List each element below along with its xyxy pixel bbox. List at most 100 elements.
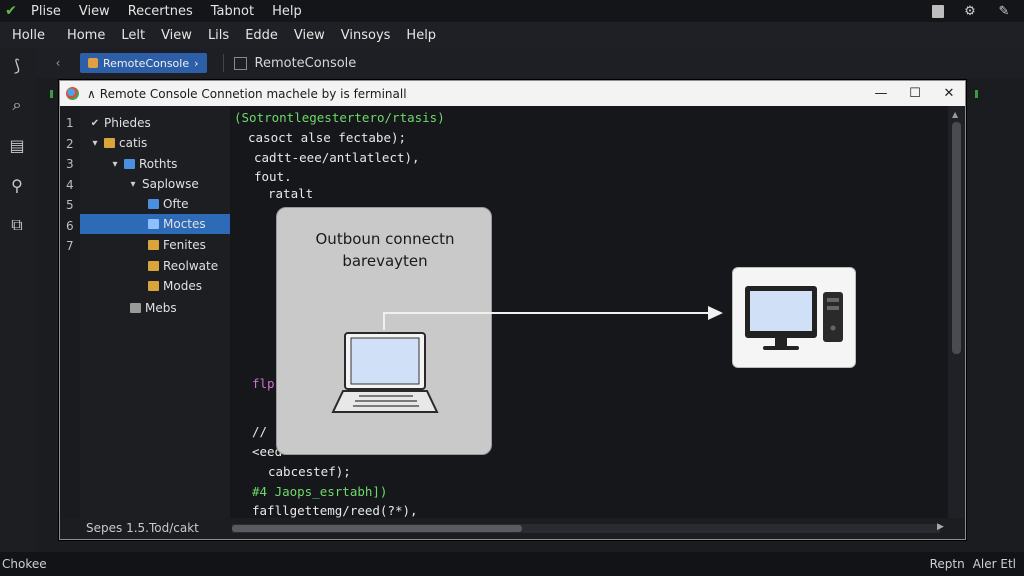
nav-item-view[interactable]: View (153, 28, 200, 43)
menu-bar: ✔ Plise View Recertnes Tabnot Help ⚙ ✎ (0, 0, 1024, 22)
close-button[interactable]: ✕ (932, 81, 966, 106)
search-icon[interactable]: ⌕ (6, 94, 28, 116)
git-change-marker (50, 90, 53, 98)
activity-bar: ⟆ ⌕ ▤ ⚲ ⧉ (0, 48, 36, 552)
chevron-left-icon[interactable]: ‹ (36, 56, 80, 70)
editor-statusline: Sepes 1.5.Tod/cakt ▶ (60, 518, 965, 539)
code-line: flp (252, 376, 275, 391)
line-number: 6 (66, 219, 74, 233)
menu-item-view[interactable]: View (70, 4, 119, 19)
tree-item[interactable]: Modes (148, 276, 202, 296)
tree-item-label: Ofte (163, 197, 189, 211)
code-line: fout. (254, 169, 292, 184)
tree-item-label: Saplowse (142, 177, 199, 191)
tree-item[interactable]: ▾ catis (90, 133, 147, 153)
tree-item[interactable]: Reolwate (148, 256, 218, 276)
chevron-down-icon: ▾ (92, 137, 98, 149)
tab-remote-console[interactable]: RemoteConsole (233, 56, 356, 71)
connection-arrow (383, 306, 723, 330)
nav-item-lils[interactable]: Lils (200, 28, 237, 43)
menu-item-tabnot[interactable]: Tabnot (202, 4, 263, 19)
nav-item-vinsoys[interactable]: Vinsoys (333, 28, 399, 43)
chevron-down-icon: ▾ (130, 178, 136, 190)
window-titlebar[interactable]: ∧ Remote Console Connetion machele by is… (60, 81, 965, 106)
tool-icon[interactable]: ⚲ (6, 174, 28, 196)
scroll-thumb[interactable] (232, 525, 522, 532)
scroll-up-icon[interactable]: ▲ (952, 110, 958, 119)
menu-item-help[interactable]: Help (263, 4, 311, 19)
tree-item[interactable]: Mebs (130, 298, 177, 318)
tree-item-selected[interactable]: Moctes (80, 214, 230, 234)
tree-item[interactable]: ✔ Phiedes (90, 113, 151, 133)
pencil-icon[interactable]: ✎ (996, 4, 1012, 19)
status-bar: Chokee Reptn Aler Etl (0, 552, 1024, 576)
nav-item-view-2[interactable]: View (286, 28, 333, 43)
line-number: 2 (66, 137, 74, 151)
nav-item-holle[interactable]: Holle (0, 28, 59, 43)
scroll-right-icon[interactable]: ▶ (937, 522, 944, 532)
app-logo-icon: ✔ (5, 3, 17, 19)
nav-item-help[interactable]: Help (398, 28, 444, 43)
cursor-position: Sepes 1.5.Tod/cakt (86, 521, 199, 535)
code-line: cadtt-eee/antlatlect), (254, 150, 420, 165)
status-item-aler[interactable]: Aler Etl (973, 557, 1016, 571)
caret-icon: ∧ (87, 86, 96, 101)
line-number: 1 (66, 116, 74, 130)
document-icon[interactable] (932, 4, 944, 18)
file-icon (148, 219, 159, 229)
check-icon: ✔ (90, 117, 100, 129)
tree-item-label: Fenites (163, 238, 206, 252)
vertical-scrollbar[interactable]: ▲ (948, 106, 965, 518)
tree-item[interactable]: Ofte (148, 194, 189, 214)
tab-strip: ‹ RemoteConsole › RemoteConsole (36, 48, 1024, 78)
horizontal-scrollbar[interactable] (232, 524, 940, 533)
tab-divider (222, 54, 224, 72)
tree-item[interactable]: ▾ Rothts (110, 154, 177, 174)
menubar-right-icons: ⚙ ✎ (932, 0, 1012, 22)
menu-item-recertnes[interactable]: Recertnes (119, 4, 202, 19)
menu-item-file[interactable]: Plise (22, 4, 70, 19)
folder-icon (148, 240, 159, 250)
tree-item-label: Moctes (163, 217, 206, 231)
tree-item-label: Phiedes (104, 116, 151, 130)
chevron-down-icon: ▾ (112, 158, 118, 170)
tab-label: RemoteConsole (103, 56, 190, 70)
explorer-icon[interactable]: ⟆ (6, 54, 28, 76)
tree-item[interactable]: Fenites (148, 235, 206, 255)
code-line: cabcestef); (268, 464, 351, 479)
window-title: Remote Console Connetion machele by is f… (99, 86, 407, 101)
scroll-thumb[interactable] (952, 122, 961, 354)
remote-computer-card (732, 267, 856, 368)
browser-icon (66, 87, 79, 100)
code-line: (Sotrontlegestertero/rtasis) (234, 110, 445, 125)
tree-item[interactable]: ▾ Saplowse (128, 174, 199, 194)
extensions-icon[interactable]: ⧉ (6, 214, 28, 236)
nav-bar: Holle Home Lelt View Lils Edde View Vins… (0, 22, 1024, 48)
maximize-button[interactable]: ☐ (898, 81, 932, 106)
tree-item-label: Mebs (145, 301, 177, 315)
chevron-right-icon: › (194, 56, 199, 70)
code-line: // (252, 424, 268, 439)
nav-item-home[interactable]: Home (59, 28, 113, 43)
code-line: casoct alse fectabe); (248, 130, 407, 145)
tab-remote-console-active[interactable]: RemoteConsole › (80, 53, 207, 73)
folder-icon (148, 281, 159, 291)
folder-icon (124, 159, 135, 169)
line-number: 5 (66, 198, 74, 212)
tree-item-label: Rothts (139, 157, 178, 171)
clipboard-icon[interactable]: ▤ (6, 134, 28, 156)
minimize-button[interactable]: — (864, 81, 898, 106)
line-gutter: 1 2 3 4 5 6 7 (60, 106, 80, 518)
folder-icon (104, 138, 115, 148)
desktop-computer-icon (745, 286, 843, 350)
nav-item-lelt[interactable]: Lelt (113, 28, 153, 43)
file-icon (148, 199, 159, 209)
nav-item-edde[interactable]: Edde (237, 28, 286, 43)
tree-item-label: Reolwate (163, 259, 219, 273)
file-icon (130, 303, 141, 313)
page-icon (233, 56, 247, 70)
status-item-reptn[interactable]: Reptn (930, 557, 965, 571)
line-number: 3 (66, 157, 74, 171)
gear-icon[interactable]: ⚙ (962, 4, 978, 19)
git-change-marker (975, 90, 978, 98)
